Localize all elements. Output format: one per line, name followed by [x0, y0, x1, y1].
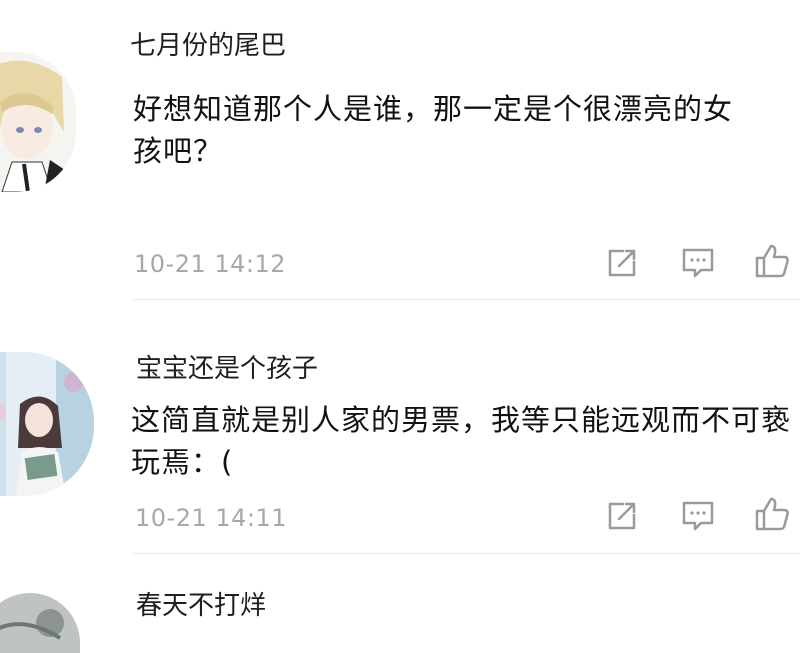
comment-item: 宝宝还是个孩子 这简直就是别人家的男票，我等只能远观而不可亵玩焉：( 10-21…	[0, 300, 800, 554]
share-icon	[608, 249, 636, 277]
comment-item: 七月份的尾巴 好想知道那个人是谁，那一定是个很漂亮的女孩吧？ 10-21 14:…	[0, 0, 800, 300]
reply-button[interactable]	[680, 245, 716, 281]
share-button[interactable]	[604, 498, 640, 534]
avatar-icon	[0, 593, 80, 653]
comment-text: 好想知道那个人是谁，那一定是个很漂亮的女孩吧？	[133, 92, 734, 168]
like-button[interactable]	[754, 496, 790, 532]
comment-timestamp: 10-21 14:12	[134, 250, 287, 278]
avatar[interactable]	[0, 352, 94, 496]
avatar[interactable]	[0, 593, 80, 653]
reply-icon	[682, 501, 714, 531]
comment-text: 这简直就是别人家的男票，我等只能远观而不可亵玩焉：(	[131, 403, 792, 479]
like-button[interactable]	[754, 243, 790, 279]
thumbs-up-icon	[755, 497, 789, 531]
divider	[133, 553, 800, 554]
comment-username[interactable]: 春天不打烊	[136, 585, 266, 622]
reply-icon	[682, 248, 714, 278]
comment-username[interactable]: 宝宝还是个孩子	[136, 348, 318, 385]
avatar[interactable]	[0, 52, 76, 192]
share-icon	[608, 502, 636, 530]
anime-girl-reading-avatar-icon	[0, 352, 94, 496]
comment-username[interactable]: 七月份的尾巴	[130, 25, 286, 62]
comment-item: 春天不打烊	[0, 555, 800, 653]
share-button[interactable]	[604, 245, 640, 281]
anime-boy-avatar-icon	[0, 52, 76, 192]
comment-timestamp: 10-21 14:11	[135, 504, 288, 532]
thumbs-up-icon	[755, 244, 789, 278]
reply-button[interactable]	[680, 498, 716, 534]
